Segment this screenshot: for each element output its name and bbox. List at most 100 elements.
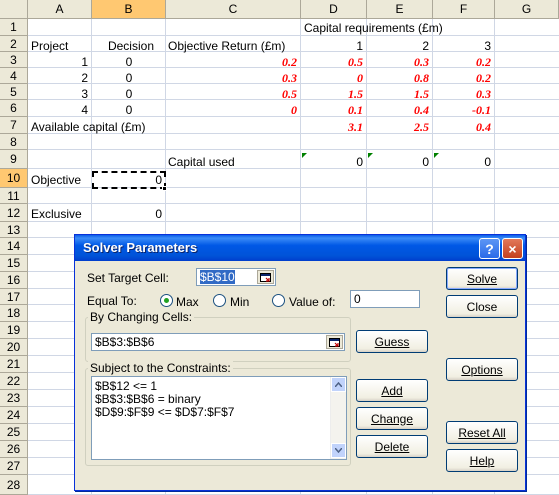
close-button[interactable]: Close — [446, 295, 518, 318]
row-header-21[interactable]: 21 — [0, 356, 28, 373]
row-header-18[interactable]: 18 — [0, 305, 28, 322]
row-header-24[interactable]: 24 — [0, 407, 28, 424]
row-header-12[interactable]: 12 — [0, 204, 28, 222]
equal-to-label: Equal To: — [87, 294, 137, 308]
options-button-label: Options — [461, 362, 503, 377]
help-icon[interactable]: ? — [479, 238, 500, 259]
row-header-16[interactable]: 16 — [0, 272, 28, 289]
radio-min-label[interactable]: Min — [230, 295, 249, 309]
cell-b6[interactable]: 0 — [92, 101, 166, 119]
row-header-20[interactable]: 20 — [0, 339, 28, 356]
row-header-25[interactable]: 25 — [0, 424, 28, 441]
row-header-13[interactable]: 13 — [0, 222, 28, 238]
target-cell-input[interactable]: $B$10 — [196, 268, 276, 286]
cell-a12[interactable]: Exclusive — [31, 205, 82, 223]
cell-b10[interactable]: 0 — [92, 171, 162, 189]
column-header-f[interactable]: F — [433, 0, 495, 19]
cell-e6[interactable]: 0.4 — [367, 101, 429, 119]
cell-d9[interactable]: 0 — [301, 153, 363, 171]
help-button[interactable]: Help — [446, 449, 518, 472]
close-icon[interactable]: × — [502, 238, 523, 259]
row-header-9[interactable]: 9 — [0, 150, 28, 169]
value-of-input[interactable]: 0 — [350, 290, 420, 308]
scroll-down-icon[interactable] — [331, 443, 346, 458]
grid-line-horizontal — [28, 149, 559, 150]
cell-c6[interactable]: 0 — [166, 101, 297, 119]
row-header-17[interactable]: 17 — [0, 289, 28, 305]
change-button-label: Change — [370, 411, 414, 426]
row-header-8[interactable]: 8 — [0, 134, 28, 150]
collapse-dialog-icon[interactable] — [257, 270, 274, 284]
constraints-list[interactable]: $B$12 <= 1 $B$3:$B$6 = binary $D$9:$F$9 … — [91, 376, 347, 460]
constraint-item[interactable]: $D$9:$F$9 <= $D$7:$F$7 — [95, 406, 346, 419]
add-button[interactable]: Add — [356, 379, 428, 402]
cell-a7[interactable]: Available capital (£m) — [31, 118, 146, 136]
cell-f6[interactable]: -0.1 — [433, 101, 491, 119]
row-header-22[interactable]: 22 — [0, 373, 28, 390]
row-header-14[interactable]: 14 — [0, 238, 28, 255]
reset-all-button-label: Reset All — [458, 425, 506, 440]
radio-value-of[interactable] — [272, 294, 285, 307]
column-header-a[interactable]: A — [28, 0, 92, 19]
cell-capital-requirements-header[interactable]: Capital requirements (£m) — [304, 19, 443, 37]
dialog-title-bar[interactable]: Solver Parameters ? × — [75, 235, 525, 261]
add-button-label: Add — [381, 383, 403, 398]
row-header-4[interactable]: 4 — [0, 68, 28, 84]
changing-cells-label: By Changing Cells: — [88, 310, 195, 324]
column-header-g[interactable]: G — [495, 0, 559, 19]
column-header-c[interactable]: C — [166, 0, 301, 19]
reset-all-button[interactable]: Reset All — [446, 421, 518, 444]
row-header-5[interactable]: 5 — [0, 84, 28, 100]
row-header-26[interactable]: 26 — [0, 441, 28, 458]
row-header-23[interactable]: 23 — [0, 390, 28, 407]
radio-max[interactable] — [160, 294, 173, 307]
help-button-label: Help — [469, 453, 495, 468]
row-header-7[interactable]: 7 — [0, 117, 28, 134]
cell-a10[interactable]: Objective — [31, 171, 81, 189]
options-button[interactable]: Options — [446, 358, 518, 381]
cell-d6[interactable]: 0.1 — [301, 101, 363, 119]
row-header-19[interactable]: 19 — [0, 322, 28, 339]
row-header-6[interactable]: 6 — [0, 100, 28, 117]
cell-e7[interactable]: 2.5 — [367, 118, 429, 136]
grid-line-horizontal — [28, 203, 559, 204]
row-header-15[interactable]: 15 — [0, 255, 28, 272]
grid-line-horizontal — [28, 35, 559, 36]
target-cell-label: Set Target Cell: — [87, 271, 169, 285]
cell-a6[interactable]: 4 — [28, 101, 88, 119]
delete-button[interactable]: Delete — [356, 435, 428, 458]
target-cell-value: $B$10 — [200, 270, 235, 284]
solve-button-label: Solve — [466, 271, 498, 286]
change-button[interactable]: Change — [356, 407, 428, 430]
row-header-3[interactable]: 3 — [0, 52, 28, 68]
fill-handle[interactable] — [162, 186, 167, 191]
row-header-1[interactable]: 1 — [0, 19, 28, 36]
column-header-b[interactable]: B — [92, 0, 166, 19]
cell-c9[interactable]: Capital used — [168, 153, 235, 171]
row-header-27[interactable]: 27 — [0, 458, 28, 475]
delete-button-label: Delete — [374, 439, 410, 454]
solve-button[interactable]: Solve — [446, 267, 518, 290]
guess-button[interactable]: Guess — [356, 330, 428, 353]
cell-b12[interactable]: 0 — [92, 205, 162, 223]
constraints-scrollbar[interactable] — [330, 377, 346, 459]
cell-e9[interactable]: 0 — [367, 153, 429, 171]
row-header-10[interactable]: 10 — [0, 169, 28, 188]
cell-f7[interactable]: 0.4 — [433, 118, 491, 136]
column-header-d[interactable]: D — [301, 0, 367, 19]
radio-max-label[interactable]: Max — [176, 295, 199, 309]
row-header-28[interactable]: 28 — [0, 475, 28, 495]
column-header-e[interactable]: E — [367, 0, 433, 19]
select-all-corner[interactable] — [0, 0, 28, 19]
changing-cells-value: $B$3:$B$6 — [95, 335, 155, 349]
collapse-dialog-icon[interactable] — [326, 335, 343, 349]
radio-min[interactable] — [213, 294, 226, 307]
scroll-up-icon[interactable] — [331, 377, 346, 392]
changing-cells-input[interactable]: $B$3:$B$6 — [91, 333, 345, 351]
row-header-11[interactable]: 11 — [0, 188, 28, 204]
cell-d7[interactable]: 3.1 — [301, 118, 363, 136]
row-header-2[interactable]: 2 — [0, 36, 28, 52]
cell-f9[interactable]: 0 — [433, 153, 491, 171]
dialog-title: Solver Parameters — [83, 240, 198, 255]
radio-value-of-label[interactable]: Value of: — [289, 295, 335, 309]
